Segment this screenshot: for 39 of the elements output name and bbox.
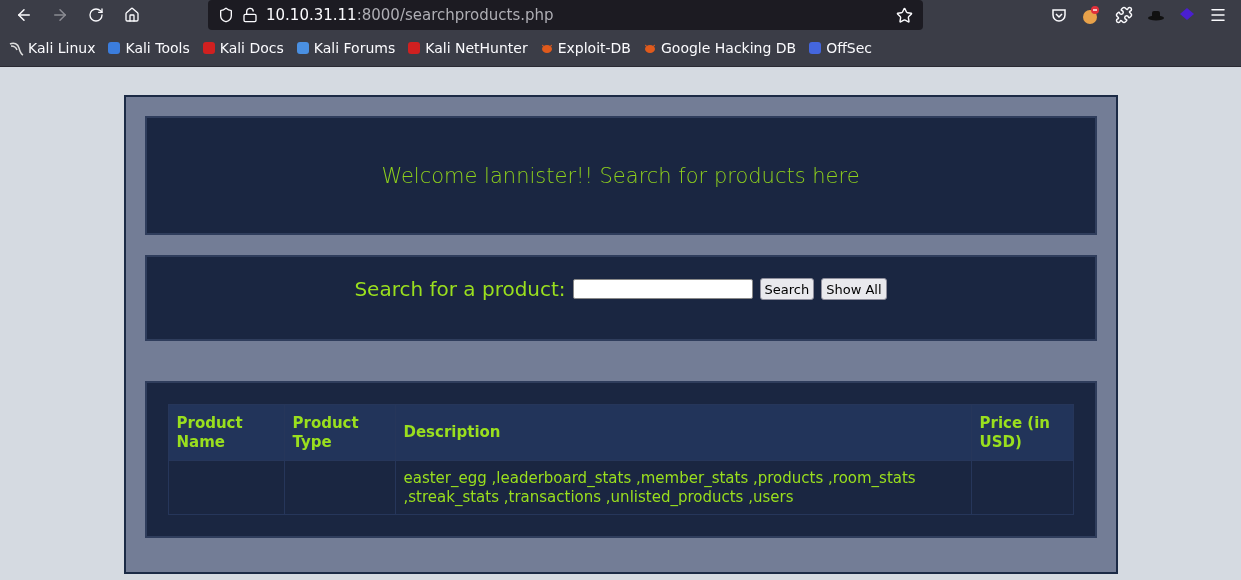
bookmark-link[interactable]: Kali NetHunter bbox=[407, 40, 528, 56]
star-icon[interactable] bbox=[896, 6, 913, 24]
url-path: :8000/searchproducts.php bbox=[356, 6, 554, 24]
bookmark-link[interactable]: Kali Docs bbox=[201, 40, 284, 56]
bookmark-icon bbox=[201, 41, 216, 55]
search-form-button[interactable]: Search bbox=[759, 278, 815, 300]
table-cell: easter_egg ,leaderboard_stats ,member_stats ,products ,room_stats ,streak_stats ,transactions ,unlisted_products ,users bbox=[395, 460, 971, 515]
bug-icon bbox=[539, 42, 554, 54]
url-host: 10.10.31.11 bbox=[266, 6, 357, 24]
bookmark-icon bbox=[295, 41, 310, 55]
back-icon[interactable] bbox=[15, 6, 33, 24]
bookmark-link[interactable]: Kali Linux bbox=[8, 40, 96, 56]
column-header: Product Type bbox=[284, 404, 395, 461]
home-icon[interactable] bbox=[124, 7, 140, 23]
column-header: Description bbox=[395, 404, 971, 461]
bookmark-link[interactable]: Kali Forums bbox=[295, 40, 396, 56]
reload-icon[interactable] bbox=[88, 7, 104, 23]
bug-icon bbox=[643, 42, 657, 54]
menu-icon[interactable] bbox=[1209, 6, 1227, 24]
bookmark-link[interactable]: Exploit-DB bbox=[539, 40, 631, 56]
address-bar[interactable]: 10.10.31.11:8000/searchproducts.php bbox=[208, 0, 923, 30]
column-header: Price (in USD) bbox=[971, 404, 1073, 461]
bookmark-link[interactable]: Google Hacking DB bbox=[643, 40, 797, 56]
bookmark-link[interactable]: OffSec bbox=[808, 40, 873, 56]
shield-icon bbox=[218, 7, 234, 23]
search-form-button[interactable]: Show All bbox=[821, 278, 887, 300]
pocket-icon[interactable] bbox=[1051, 7, 1067, 23]
search-label: Search for a product: bbox=[354, 277, 566, 301]
extensions-icon[interactable] bbox=[1115, 6, 1133, 24]
bookmark-icon bbox=[107, 41, 122, 55]
welcome-heading: Welcome lannister!! Search for products here bbox=[380, 162, 861, 190]
bookmark-link[interactable]: Kali Tools bbox=[107, 40, 190, 56]
column-header: Product Name bbox=[168, 404, 284, 461]
bookmark-icon bbox=[808, 41, 823, 55]
forward-icon[interactable] bbox=[51, 6, 69, 24]
lock-icon bbox=[242, 7, 258, 23]
bookmark-icon bbox=[407, 41, 422, 55]
search-field[interactable] bbox=[572, 279, 753, 299]
dragon-icon bbox=[8, 40, 24, 56]
